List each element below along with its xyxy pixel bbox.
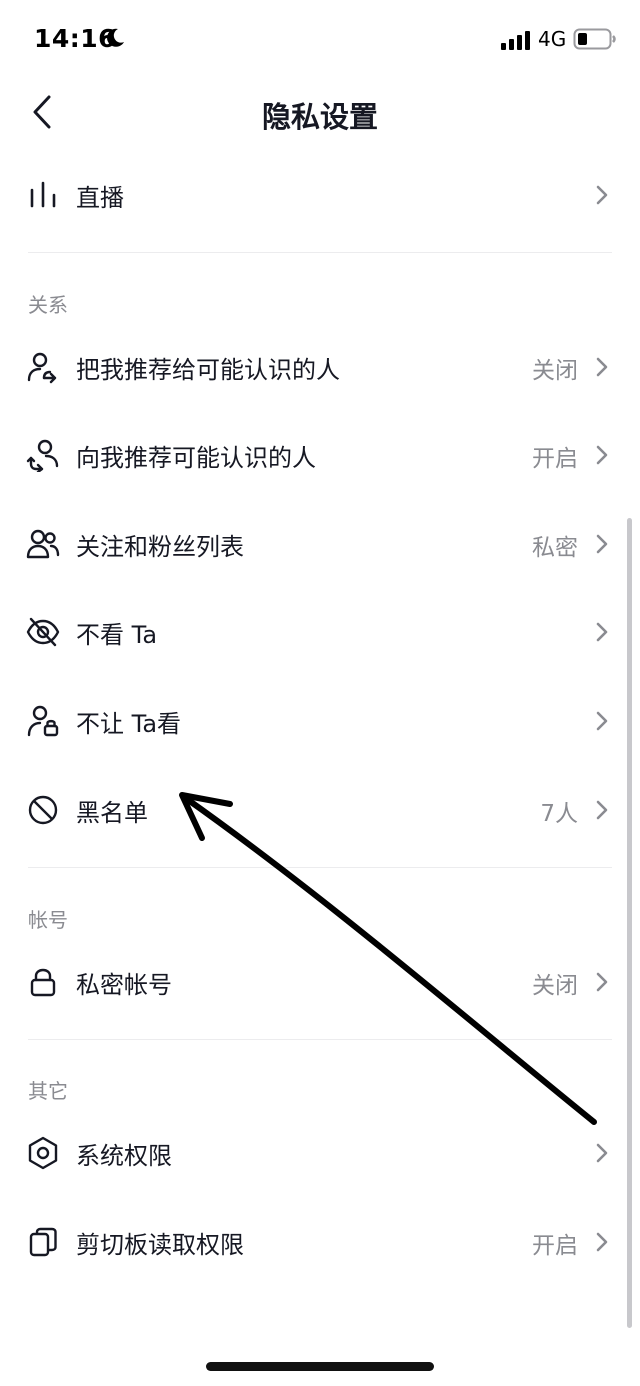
row-label: 关注和粉丝列表 (76, 533, 244, 561)
chevron-right-icon (596, 622, 608, 642)
chevron-right-icon (596, 357, 608, 377)
divider (28, 1039, 612, 1040)
section-title-account: 帐号 (28, 908, 68, 932)
chevron-right-icon (596, 1232, 608, 1252)
chevron-right-icon (596, 534, 608, 554)
block-icon (28, 795, 58, 825)
eye-off-icon (26, 617, 60, 647)
row-label: 不看 Ta (76, 621, 158, 649)
settings-row-block-ta[interactable]: 不让 Ta看 (0, 677, 640, 765)
status-bar: 14:16 4G (0, 0, 640, 80)
divider (28, 252, 612, 253)
settings-row-blacklist[interactable]: 黑名单 7人 (0, 766, 640, 854)
settings-row-recommend-to-me[interactable]: 向我推荐可能认识的人 开启 (0, 411, 640, 499)
chevron-right-icon (596, 185, 608, 205)
hexagon-settings-icon (28, 1136, 58, 1170)
nav-bar: 隐私设置 (0, 80, 640, 146)
battery-icon (573, 28, 616, 50)
settings-row-hide-ta[interactable]: 不看 Ta (0, 588, 640, 676)
row-label: 把我推荐给可能认识的人 (76, 356, 340, 384)
settings-row-live[interactable]: 直播 (0, 151, 640, 239)
scrollbar[interactable] (627, 518, 632, 1328)
live-bars-icon (30, 181, 56, 208)
moon-icon (107, 28, 124, 47)
chevron-right-icon (596, 800, 608, 820)
row-value: 私密 (532, 535, 578, 561)
row-value: 关闭 (532, 973, 578, 999)
row-label: 剪切板读取权限 (76, 1231, 244, 1259)
row-label: 私密帐号 (76, 971, 172, 999)
user-lock-icon (27, 705, 59, 737)
row-label: 直播 (76, 184, 124, 212)
lock-icon (30, 968, 56, 997)
users-icon (26, 529, 60, 559)
chevron-right-icon (596, 972, 608, 992)
user-recommend-icon (26, 439, 59, 472)
row-label: 系统权限 (76, 1142, 172, 1170)
settings-row-recommend-me[interactable]: 把我推荐给可能认识的人 关闭 (0, 323, 640, 411)
chevron-right-icon (596, 711, 608, 731)
section-title-other: 其它 (28, 1079, 68, 1103)
row-value: 7人 (540, 801, 578, 827)
section-title-relationship: 关系 (28, 293, 68, 317)
settings-row-private-account[interactable]: 私密帐号 关闭 (0, 938, 640, 1026)
page-title: 隐私设置 (261, 100, 378, 134)
row-value: 关闭 (532, 358, 578, 384)
settings-row-system-permissions[interactable]: 系统权限 (0, 1109, 640, 1197)
chevron-right-icon (596, 445, 608, 465)
divider (28, 867, 612, 868)
user-share-icon (27, 352, 57, 384)
row-label: 向我推荐可能认识的人 (76, 444, 316, 472)
settings-row-follow-list[interactable]: 关注和粉丝列表 私密 (0, 500, 640, 588)
chevron-right-icon (596, 1143, 608, 1163)
signal-icon (501, 31, 530, 50)
row-label: 黑名单 (76, 799, 148, 827)
row-label: 不让 Ta看 (76, 710, 182, 738)
row-value: 开启 (532, 1233, 578, 1259)
clipboard-icon (29, 1227, 57, 1257)
settings-row-clipboard[interactable]: 剪切板读取权限 开启 (0, 1198, 640, 1286)
network-label: 4G (538, 27, 567, 51)
row-value: 开启 (532, 446, 578, 472)
home-indicator[interactable] (206, 1362, 434, 1371)
